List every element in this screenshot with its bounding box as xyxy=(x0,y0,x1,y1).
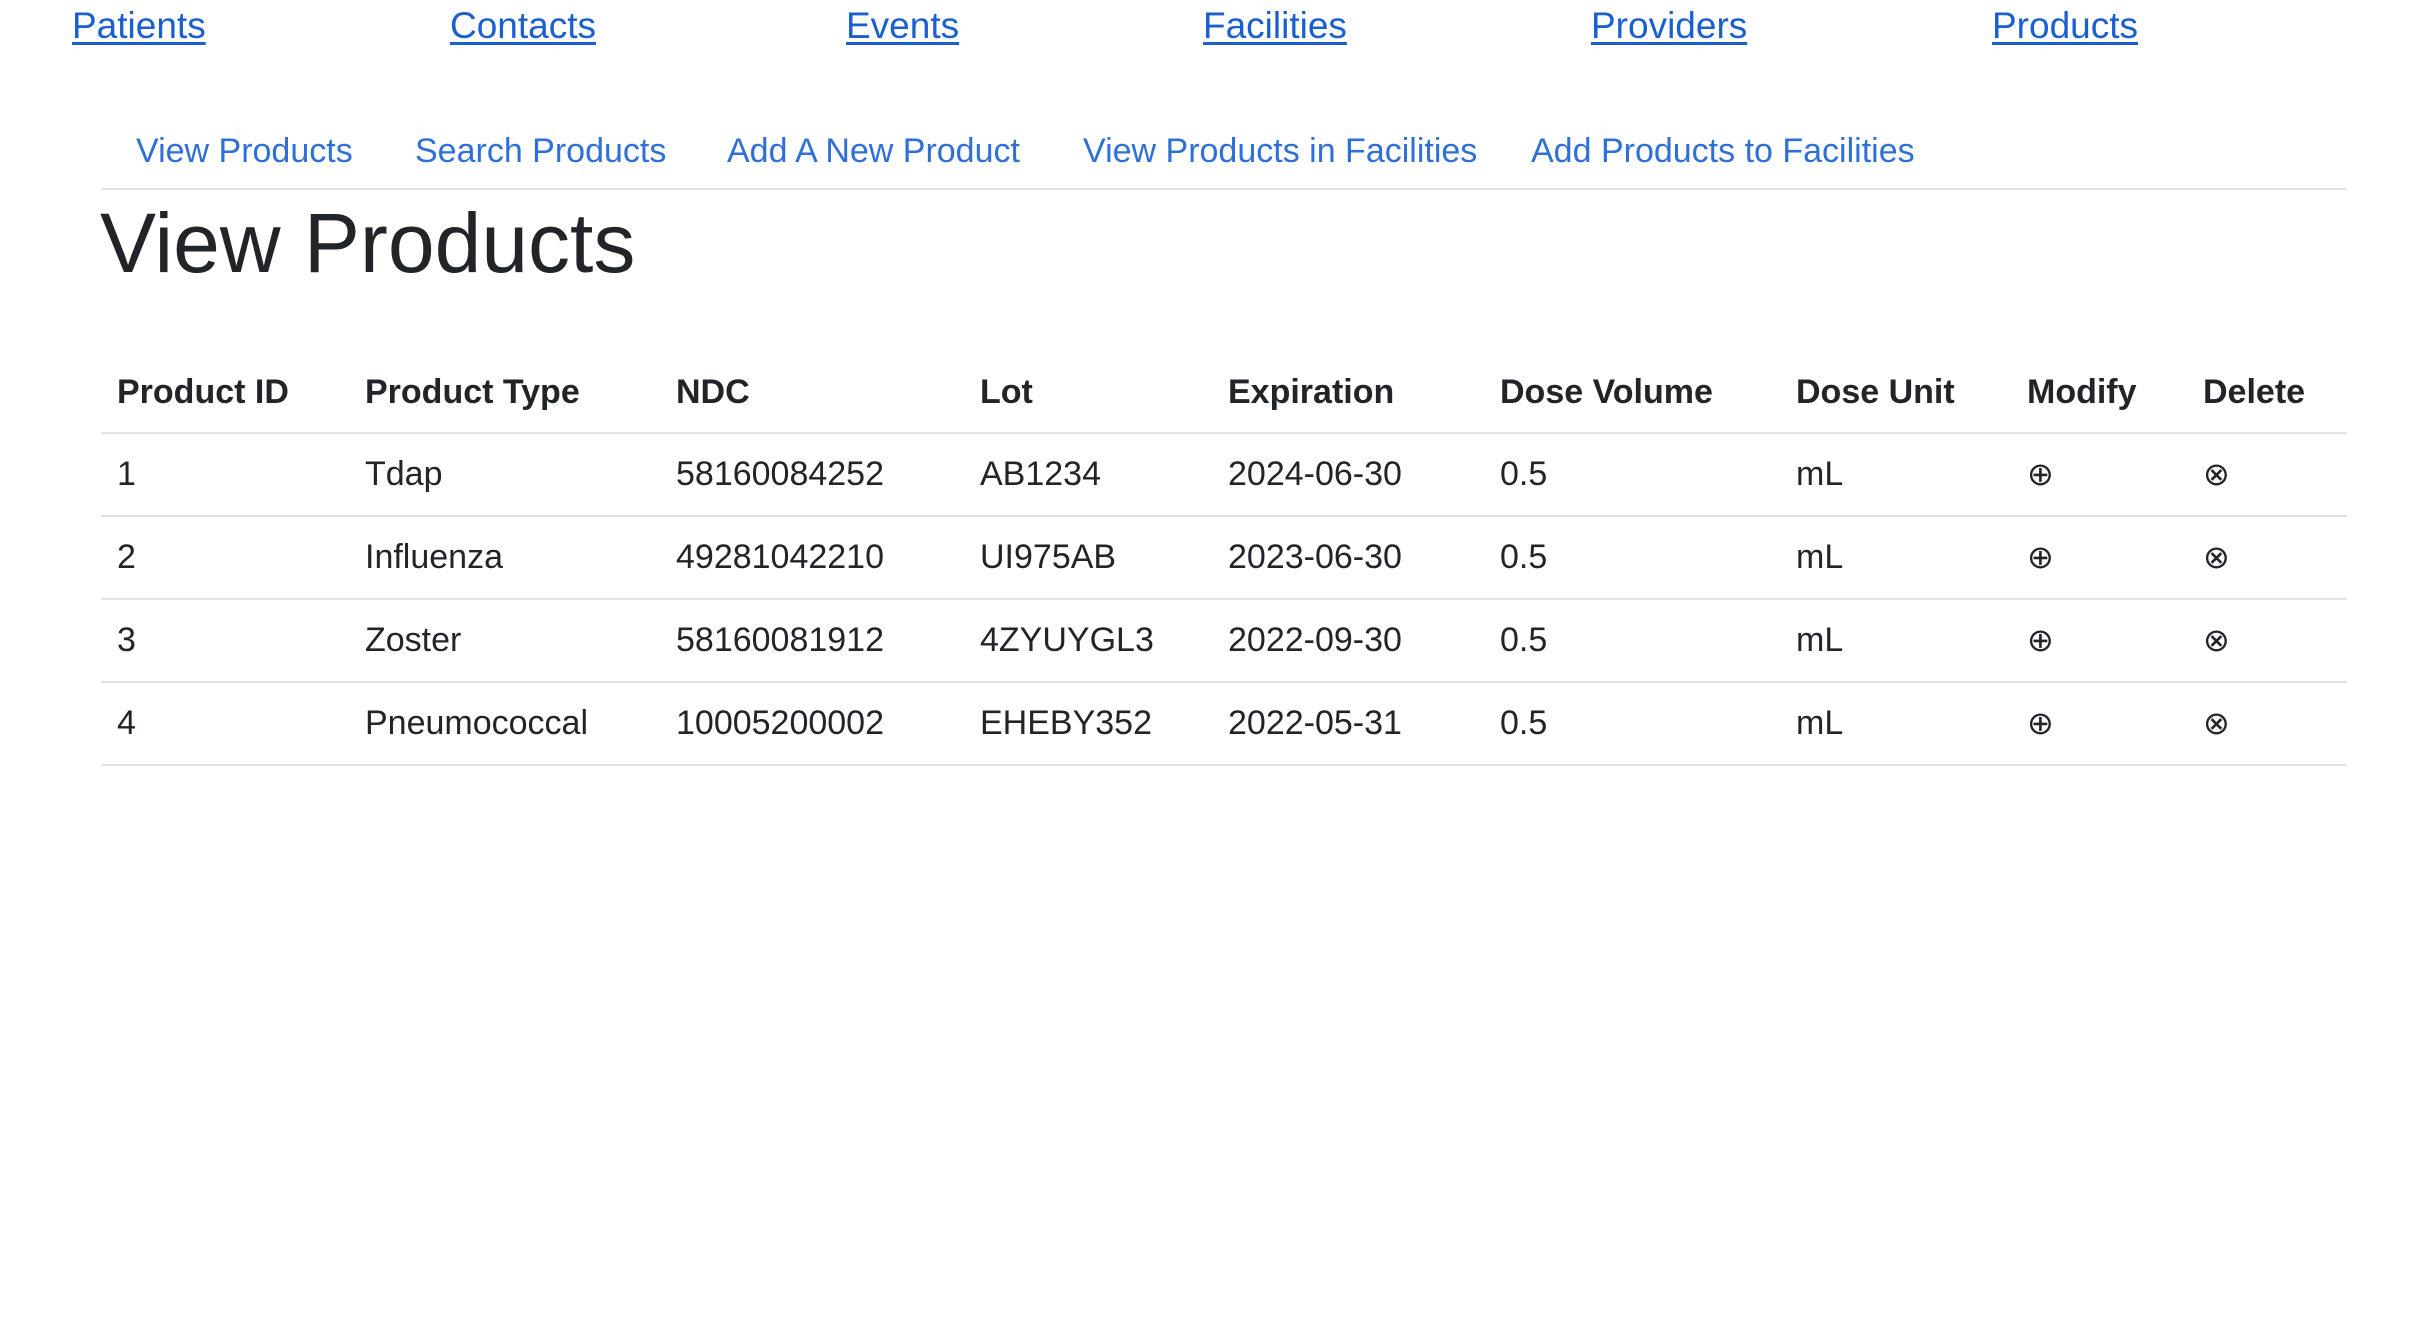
nav-link-providers[interactable]: Providers xyxy=(1591,4,1747,48)
column-header-lot: Lot xyxy=(964,352,1212,434)
cell-product-id: 2 xyxy=(101,516,349,600)
cell-product-id: 4 xyxy=(101,682,349,766)
circled-times-icon[interactable]: ⊗ xyxy=(2203,458,2230,490)
cell-expiration: 2023-06-30 xyxy=(1212,516,1484,600)
circled-times-icon[interactable]: ⊗ xyxy=(2203,541,2230,573)
nav-link-facilities[interactable]: Facilities xyxy=(1203,4,1347,48)
cell-lot: AB1234 xyxy=(964,433,1212,517)
circled-times-icon[interactable]: ⊗ xyxy=(2203,707,2230,739)
nav-link-events[interactable]: Events xyxy=(846,4,959,48)
table-row: 4 Pneumococcal 10005200002 EHEBY352 2022… xyxy=(101,682,2347,766)
cell-ndc: 10005200002 xyxy=(660,682,964,766)
cell-delete: ⊗ xyxy=(2187,433,2347,517)
cell-product-type: Zoster xyxy=(349,599,660,683)
cell-lot: UI975AB xyxy=(964,516,1212,600)
products-subnav: View Products Search Products Add A New … xyxy=(101,118,2347,190)
column-header-product-id: Product ID xyxy=(101,352,349,434)
cell-dose-unit: mL xyxy=(1780,682,2011,766)
column-header-dose-volume: Dose Volume xyxy=(1484,352,1780,434)
cell-delete: ⊗ xyxy=(2187,599,2347,683)
cell-delete: ⊗ xyxy=(2187,682,2347,766)
tab-add-product[interactable]: Add A New Product xyxy=(727,130,1020,172)
column-header-ndc: NDC xyxy=(660,352,964,434)
cell-ndc: 49281042210 xyxy=(660,516,964,600)
cell-dose-unit: mL xyxy=(1780,599,2011,683)
cell-product-type: Tdap xyxy=(349,433,660,517)
circled-plus-icon[interactable]: ⊕ xyxy=(2027,541,2054,573)
cell-product-id: 3 xyxy=(101,599,349,683)
cell-modify: ⊕ xyxy=(2011,433,2187,517)
cell-lot: EHEBY352 xyxy=(964,682,1212,766)
tab-view-products-in-facilities[interactable]: View Products in Facilities xyxy=(1083,130,1477,172)
cell-expiration: 2022-09-30 xyxy=(1212,599,1484,683)
table-header-row: Product ID Product Type NDC Lot Expirati… xyxy=(101,352,2347,434)
products-table: Product ID Product Type NDC Lot Expirati… xyxy=(101,352,2347,766)
table-body: 1 Tdap 58160084252 AB1234 2024-06-30 0.5… xyxy=(101,433,2347,766)
column-header-dose-unit: Dose Unit xyxy=(1780,352,2011,434)
cell-product-type: Influenza xyxy=(349,516,660,600)
circled-plus-icon[interactable]: ⊕ xyxy=(2027,458,2054,490)
circled-plus-icon[interactable]: ⊕ xyxy=(2027,624,2054,656)
cell-ndc: 58160084252 xyxy=(660,433,964,517)
cell-expiration: 2024-06-30 xyxy=(1212,433,1484,517)
cell-dose-unit: mL xyxy=(1780,433,2011,517)
table-row: 3 Zoster 58160081912 4ZYUYGL3 2022-09-30… xyxy=(101,599,2347,683)
cell-dose-volume: 0.5 xyxy=(1484,433,1780,517)
circled-times-icon[interactable]: ⊗ xyxy=(2203,624,2230,656)
cell-expiration: 2022-05-31 xyxy=(1212,682,1484,766)
cell-delete: ⊗ xyxy=(2187,516,2347,600)
nav-link-patients[interactable]: Patients xyxy=(72,4,206,48)
cell-modify: ⊕ xyxy=(2011,682,2187,766)
table-header: Product ID Product Type NDC Lot Expirati… xyxy=(101,352,2347,434)
main-navigation: Patients Contacts Events Facilities Prov… xyxy=(0,0,2422,60)
nav-link-products[interactable]: Products xyxy=(1992,4,2138,48)
column-header-modify: Modify xyxy=(2011,352,2187,434)
cell-dose-volume: 0.5 xyxy=(1484,516,1780,600)
cell-modify: ⊕ xyxy=(2011,599,2187,683)
column-header-expiration: Expiration xyxy=(1212,352,1484,434)
cell-modify: ⊕ xyxy=(2011,516,2187,600)
nav-link-contacts[interactable]: Contacts xyxy=(450,4,596,48)
table-row: 2 Influenza 49281042210 UI975AB 2023-06-… xyxy=(101,516,2347,600)
column-header-delete: Delete xyxy=(2187,352,2347,434)
cell-dose-volume: 0.5 xyxy=(1484,682,1780,766)
table-row: 1 Tdap 58160084252 AB1234 2024-06-30 0.5… xyxy=(101,433,2347,517)
circled-plus-icon[interactable]: ⊕ xyxy=(2027,707,2054,739)
cell-product-id: 1 xyxy=(101,433,349,517)
tab-view-products[interactable]: View Products xyxy=(136,130,353,172)
page-title: View Products xyxy=(100,196,636,290)
cell-dose-volume: 0.5 xyxy=(1484,599,1780,683)
tab-add-products-to-facilities[interactable]: Add Products to Facilities xyxy=(1531,130,1915,172)
column-header-product-type: Product Type xyxy=(349,352,660,434)
tab-search-products[interactable]: Search Products xyxy=(415,130,666,172)
cell-dose-unit: mL xyxy=(1780,516,2011,600)
cell-lot: 4ZYUYGL3 xyxy=(964,599,1212,683)
cell-ndc: 58160081912 xyxy=(660,599,964,683)
cell-product-type: Pneumococcal xyxy=(349,682,660,766)
